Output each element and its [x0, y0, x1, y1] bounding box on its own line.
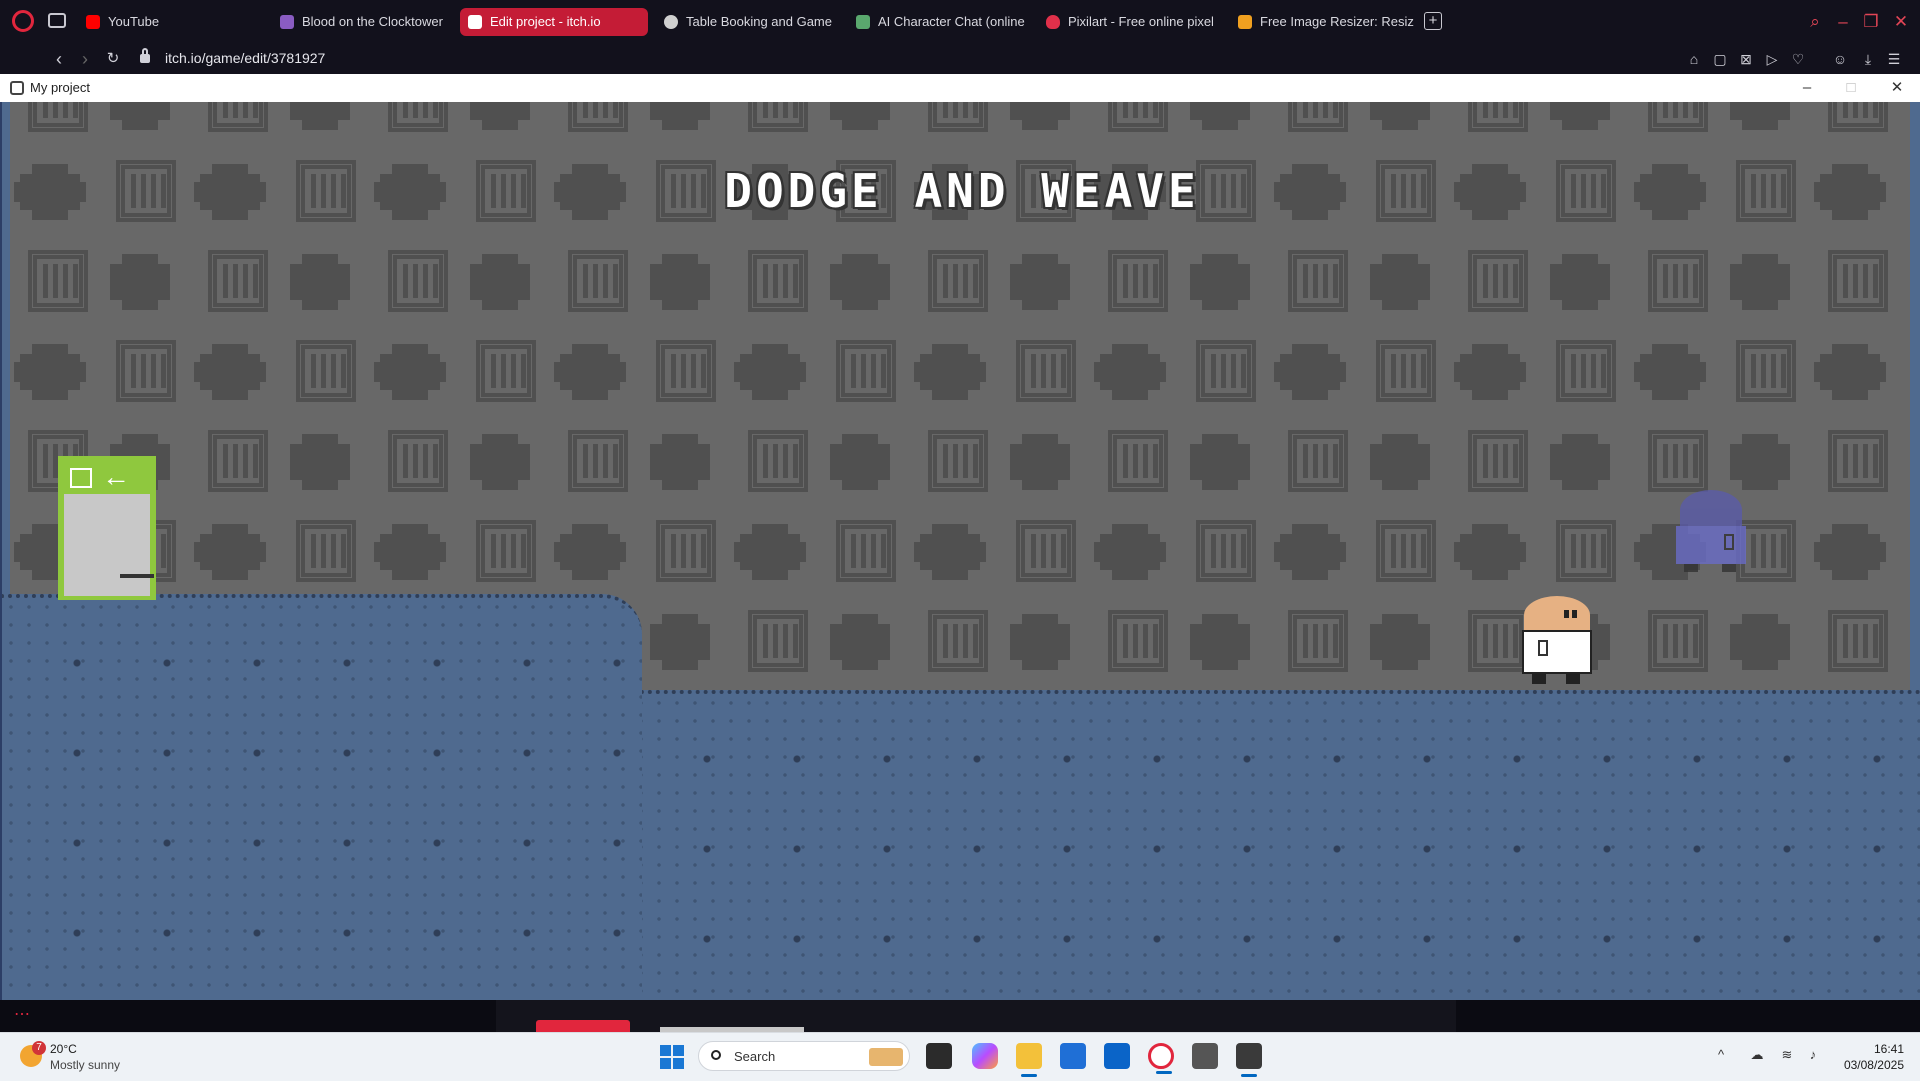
profile-icon[interactable]: ☺ — [1830, 49, 1850, 69]
task-view-icon[interactable] — [926, 1043, 952, 1069]
search-label: Search — [734, 1049, 776, 1064]
url-field[interactable]: itch.io/game/edit/3781927 — [165, 50, 325, 66]
door-panel — [64, 494, 154, 596]
tab-table-booking[interactable]: Table Booking and Game — [656, 8, 834, 36]
window-minimize-button[interactable]: – — [1794, 76, 1820, 100]
window-close-button[interactable]: ✕ — [1884, 76, 1910, 100]
window-title: My project — [30, 80, 90, 95]
taskbar-search-box[interactable]: Search — [698, 1041, 910, 1071]
restore-icon[interactable]: ❐ — [1858, 9, 1884, 35]
reload-icon[interactable]: ↻ — [100, 46, 126, 72]
opera-taskbar-icon[interactable] — [1148, 1043, 1174, 1074]
weather-desc[interactable]: Mostly sunny — [50, 1058, 120, 1072]
itchio-icon — [468, 15, 482, 29]
tab-islands-icon[interactable] — [48, 13, 66, 28]
browser-bottom-strip: ⋯ — [0, 1000, 1920, 1032]
globe-icon — [664, 15, 678, 29]
window-maximize-button[interactable]: □ — [1838, 76, 1864, 100]
forward-icon[interactable]: › — [72, 46, 98, 72]
bookmark-icon[interactable]: ⌂ — [1684, 49, 1704, 69]
scientist-badge — [1538, 640, 1548, 656]
tab-youtube[interactable]: YouTube — [78, 8, 268, 36]
file-explorer-icon[interactable] — [1016, 1043, 1042, 1077]
search-highlight-art — [869, 1048, 903, 1066]
new-tab-button[interactable]: + — [1424, 12, 1442, 30]
adblock-icon[interactable]: ⊠ — [1736, 49, 1756, 69]
resizer-icon — [1238, 15, 1252, 29]
ghost-head — [1680, 490, 1742, 530]
unity-editor-icon[interactable] — [1236, 1043, 1262, 1077]
status-bar — [496, 1000, 1456, 1032]
unity-hub-icon[interactable] — [1192, 1043, 1218, 1069]
active-indicator — [536, 1020, 630, 1032]
wifi-icon[interactable]: ≋ — [1778, 1047, 1796, 1063]
address-bar: ‹ › ↻ itch.io/game/edit/3781927 ⌂ ▢ ⊠ ▷ … — [0, 44, 1920, 74]
exit-person-icon — [70, 468, 92, 488]
more-options-icon[interactable]: ⋯ — [14, 1004, 30, 1024]
door-handle — [120, 574, 154, 578]
exit-sign: ← — [64, 462, 150, 492]
tray-overflow-icon[interactable]: ^ — [1718, 1047, 1724, 1062]
exit-arrow-icon: ← — [102, 461, 130, 492]
clocktower-icon — [280, 15, 294, 29]
favorites-heart-icon[interactable]: ♡ — [1788, 49, 1808, 69]
menu-icon[interactable]: ☰ — [1884, 49, 1904, 69]
weather-temp[interactable]: 20°C — [50, 1042, 77, 1056]
app-title-bar: My project – □ ✕ — [0, 74, 1920, 103]
outlook-icon[interactable] — [1104, 1043, 1130, 1069]
windows-taskbar: 7 20°C Mostly sunny Search ^ ☁ ≋ ♪ 16:41… — [0, 1032, 1920, 1081]
onedrive-icon[interactable]: ☁ — [1748, 1047, 1766, 1063]
close-icon[interactable]: ✕ — [1888, 9, 1914, 35]
windows-start-icon[interactable] — [660, 1045, 684, 1069]
scientist-labcoat — [1522, 630, 1592, 674]
ghost-body — [1676, 526, 1746, 564]
ghost-badge — [1724, 534, 1734, 550]
heart-icon — [1046, 15, 1060, 29]
browser-tab-bar: YouTube Blood on the Clocktower Edit pro… — [0, 0, 1920, 44]
player-icon[interactable]: ▷ — [1762, 49, 1782, 69]
tab-image-resizer[interactable]: Free Image Resizer: Resiz — [1230, 8, 1416, 36]
download-icon[interactable]: ⤓ — [1858, 49, 1878, 69]
character-icon — [856, 15, 870, 29]
opera-logo-icon[interactable] — [12, 10, 34, 32]
back-icon[interactable]: ‹ — [46, 46, 72, 72]
lock-icon — [140, 48, 150, 63]
copilot-icon[interactable] — [972, 1043, 998, 1069]
clock-date[interactable]: 03/08/2025 — [1836, 1058, 1904, 1072]
unity-app-icon — [10, 81, 24, 95]
scientist-character — [1522, 596, 1592, 684]
exit-door: ← — [58, 456, 156, 600]
youtube-icon — [86, 15, 100, 29]
floor-ledge — [2, 594, 642, 1000]
game-title: DODGE AND WEAVE — [724, 164, 1200, 218]
search-tabs-icon[interactable]: ⌕ — [1802, 9, 1828, 35]
scientist-head — [1524, 596, 1590, 634]
store-icon[interactable] — [1060, 1043, 1086, 1069]
game-canvas[interactable]: DODGE AND WEAVE ← — [0, 102, 1920, 1000]
volume-icon[interactable]: ♪ — [1804, 1047, 1822, 1063]
search-icon — [711, 1050, 721, 1060]
notification-badge: 7 — [32, 1041, 46, 1055]
clock-time[interactable]: 16:41 — [1870, 1042, 1904, 1056]
ghost-clone-character — [1676, 490, 1746, 572]
snapshot-icon[interactable]: ▢ — [1710, 49, 1730, 69]
tab-ai-character-chat[interactable]: AI Character Chat (online — [848, 8, 1026, 36]
tab-blood-on-the-clocktower[interactable]: Blood on the Clocktower — [272, 8, 450, 36]
tab-pixilart[interactable]: Pixilart - Free online pixel — [1038, 8, 1216, 36]
tab-edit-project[interactable]: Edit project - itch.io — [460, 8, 648, 36]
minimize-icon[interactable]: – — [1830, 9, 1856, 35]
